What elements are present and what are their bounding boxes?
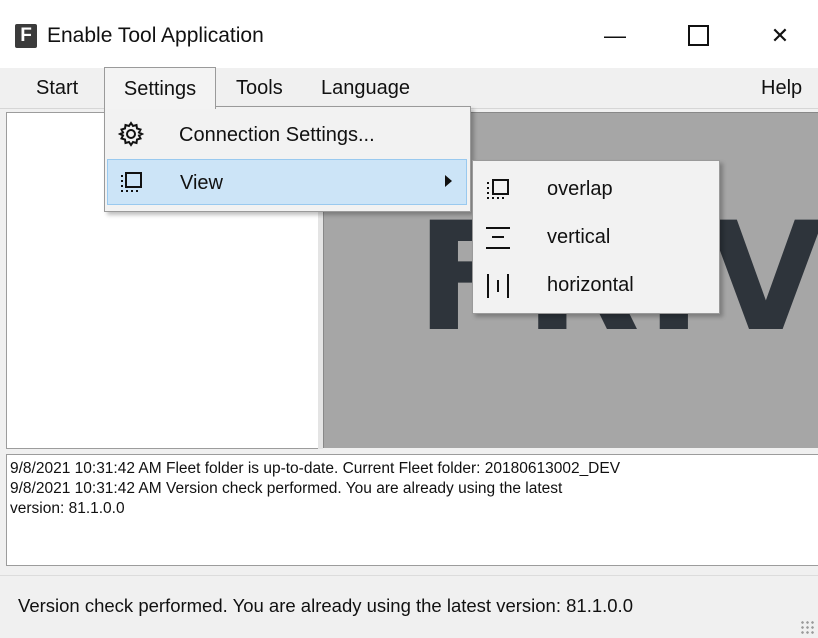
menu-start[interactable]: Start [36,68,78,108]
log-line: 9/8/2021 10:31:42 AM Version check perfo… [10,480,563,497]
submenu-item-label: overlap [547,178,613,200]
menu-item-connection-settings[interactable]: Connection Settings... [107,112,467,158]
menu-item-label: Connection Settings... [179,124,375,146]
maximize-icon [687,25,709,47]
maximize-button[interactable] [668,16,728,56]
app-icon: F [15,24,37,48]
status-text: Version check performed. You are already… [18,595,633,616]
menu-language[interactable]: Language [321,68,410,108]
submenu-item-label: vertical [547,226,611,248]
settings-dropdown: Connection Settings... View [104,106,471,212]
submenu-item-vertical[interactable]: vertical [475,213,717,261]
overlap-icon [487,179,509,199]
title-bar[interactable]: F Enable Tool Application — ✕ [0,0,818,68]
view-submenu: overlap vertical horizontal [472,160,720,314]
close-button[interactable]: ✕ [750,16,810,56]
submenu-arrow-icon [445,175,452,187]
status-bar: Version check performed. You are already… [0,575,818,638]
menu-tools[interactable]: Tools [236,68,283,108]
window-view-icon [121,172,142,192]
vertical-icon [486,227,510,249]
menu-item-label: View [180,172,223,194]
log-line: version: 81.1.0.0 [10,500,125,517]
app-window: F Enable Tool Application — ✕ Start Sett… [0,0,818,638]
menu-help[interactable]: Help [761,68,802,108]
menu-item-view[interactable]: View [107,159,467,205]
gear-icon [117,121,145,147]
horizontal-icon [487,274,509,298]
submenu-item-label: horizontal [547,274,634,296]
resize-grip-icon[interactable] [800,620,814,634]
window-title: Enable Tool Application [47,24,264,47]
menu-bar: Start Settings Tools Language Help [0,67,818,109]
submenu-item-overlap[interactable]: overlap [475,165,717,213]
log-output[interactable]: 9/8/2021 10:31:42 AM Fleet folder is up-… [6,454,818,566]
log-line: 9/8/2021 10:31:42 AM Fleet folder is up-… [10,460,621,477]
minimize-button[interactable]: — [585,16,645,56]
submenu-item-horizontal[interactable]: horizontal [475,261,717,309]
menu-settings[interactable]: Settings [104,67,216,109]
